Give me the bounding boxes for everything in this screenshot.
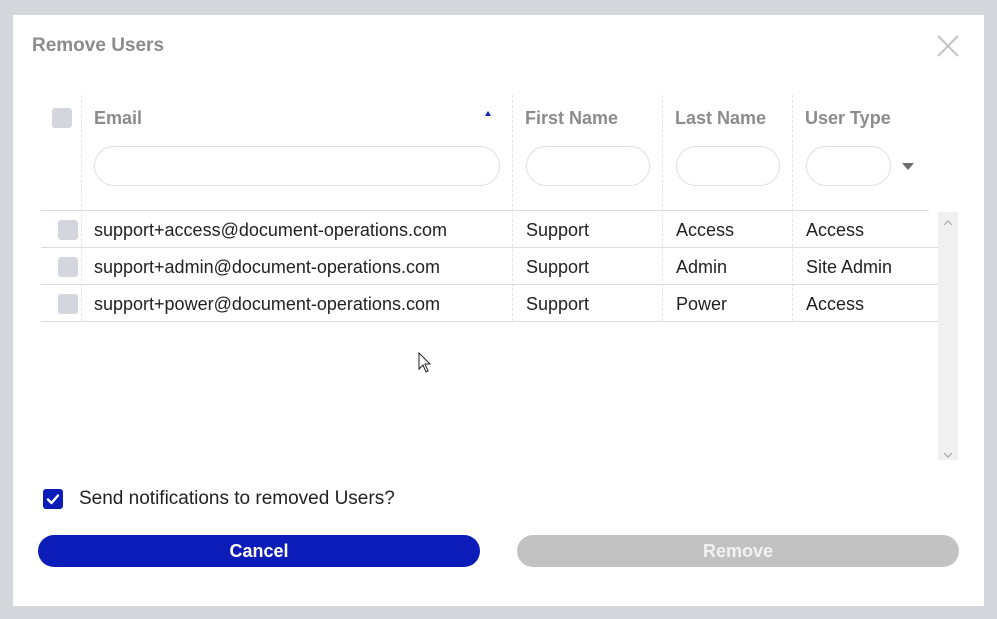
select-all-checkbox[interactable] — [52, 108, 72, 128]
row-checkbox[interactable] — [58, 294, 78, 314]
table-row[interactable]: support+admin@document-operations.com Su… — [41, 248, 938, 285]
row-checkbox[interactable] — [58, 257, 78, 277]
cell-email: support+admin@document-operations.com — [94, 257, 440, 277]
scroll-up-icon[interactable] — [943, 215, 953, 226]
table-row[interactable]: support+power@document-operations.com Su… — [41, 285, 938, 322]
remove-button[interactable]: Remove — [517, 535, 959, 567]
table-scrollbar[interactable] — [938, 212, 958, 460]
row-divider — [41, 321, 938, 322]
cell-last-name: Admin — [676, 257, 728, 277]
email-filter-input[interactable] — [94, 146, 500, 186]
mouse-pointer-icon — [418, 351, 432, 379]
cell-first-name: Support — [526, 294, 590, 314]
cell-email: support+power@document-operations.com — [94, 294, 440, 314]
row-checkbox[interactable] — [58, 220, 78, 240]
cancel-button[interactable]: Cancel — [38, 535, 480, 567]
scroll-down-icon[interactable] — [943, 447, 953, 458]
first-name-filter-input[interactable] — [526, 146, 650, 186]
cell-email: support+access@document-operations.com — [94, 220, 447, 240]
user-type-filter-select[interactable] — [806, 146, 891, 186]
last-name-filter-input[interactable] — [676, 146, 780, 186]
column-header-first-name[interactable]: First Name — [525, 108, 618, 129]
cell-last-name: Power — [676, 294, 728, 314]
cell-first-name: Support — [526, 257, 590, 277]
sort-ascending-icon[interactable] — [485, 111, 491, 116]
chevron-down-icon[interactable] — [902, 163, 914, 170]
column-header-email[interactable]: Email — [94, 108, 142, 129]
remove-users-dialog: Remove Users Email First Name Last Name … — [13, 15, 984, 606]
cell-user-type: Access — [806, 220, 865, 240]
cell-user-type: Access — [806, 294, 865, 314]
cell-first-name: Support — [526, 220, 590, 240]
checkmark-icon — [46, 494, 60, 505]
column-header-last-name[interactable]: Last Name — [675, 108, 766, 129]
send-notifications-label: Send notifications to removed Users? — [79, 488, 395, 509]
cell-last-name: Access — [676, 220, 735, 240]
column-header-user-type[interactable]: User Type — [805, 108, 891, 129]
cell-user-type: Site Admin — [806, 257, 893, 277]
send-notifications-checkbox[interactable] — [43, 489, 63, 509]
table-row[interactable]: support+access@document-operations.com S… — [41, 211, 938, 248]
close-icon[interactable] — [935, 33, 961, 59]
dialog-title: Remove Users — [32, 35, 165, 56]
